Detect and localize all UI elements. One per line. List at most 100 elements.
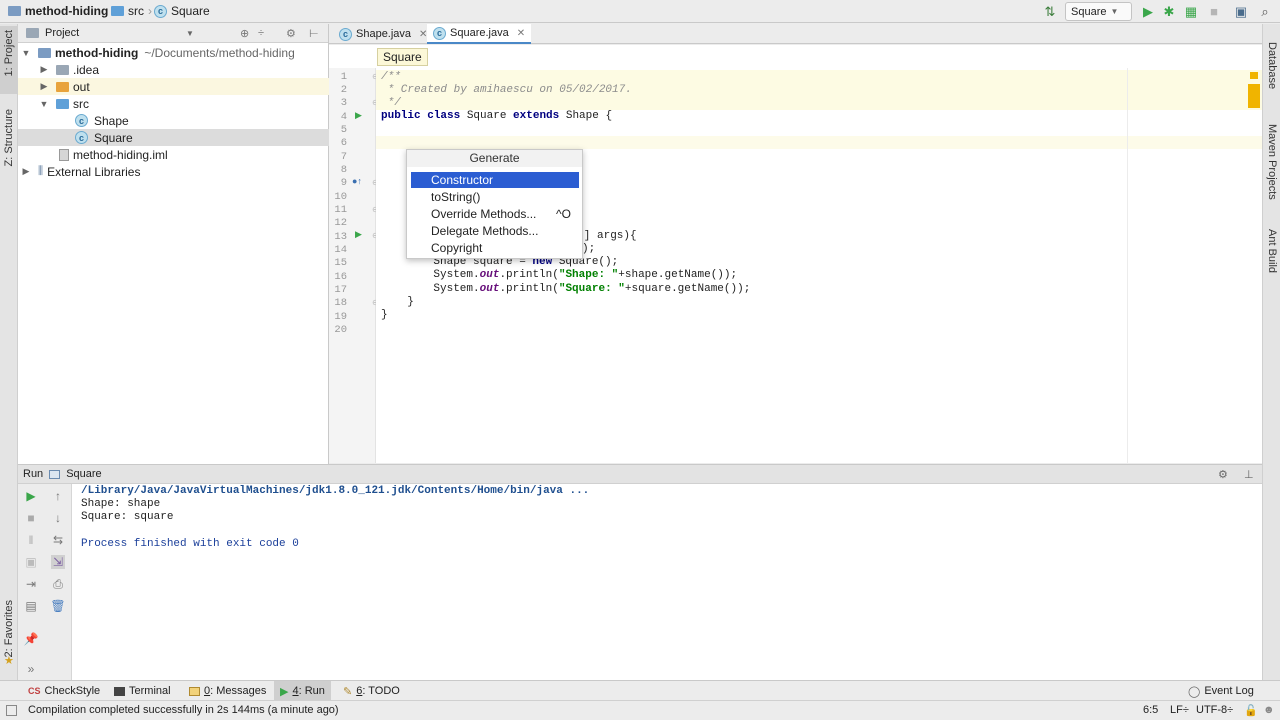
code-line-4: public class Square extends Shape { [381,110,612,123]
run-gutter-icon[interactable]: ▶ [355,110,362,121]
tab-messages[interactable]: 0: Messages [183,681,272,701]
line-number: 15 [334,257,347,269]
run-icon: ▶ [280,685,289,698]
tab-shape-java[interactable]: c Shape.java ✕ [333,24,433,44]
left-tool-stripe: 1: Project Z: Structure 2: Favorites ★ [0,24,18,680]
tree-item-iml[interactable]: method-hiding.iml [18,146,329,163]
close-icon[interactable]: ✕ [517,28,525,39]
tab-checkstyle[interactable]: CS CheckStyle [22,681,106,701]
structure-tool-tab[interactable]: Z: Structure [3,109,15,166]
error-stripe-marker[interactable] [1250,72,1258,79]
lock-icon[interactable]: 🔓 [1244,704,1258,717]
trash-icon[interactable]: 🗑 [50,599,65,613]
generate-tostring[interactable]: toString() [411,189,579,205]
generate-override-methods[interactable]: Override Methods... ^O [411,206,579,222]
line-separator[interactable]: LF÷ [1170,704,1189,716]
expand-arrow-icon[interactable]: ▼ [20,48,32,58]
run-config-tab[interactable]: Square [66,468,101,480]
run-config-select[interactable]: Square ▼ [1065,2,1132,21]
code-editor[interactable]: /** * Created by amihaescu on 05/02/2017… [376,68,1262,463]
search-icon[interactable]: ⌕ [1256,3,1274,20]
project-view-icon [26,28,39,38]
tree-root[interactable]: ▼ method-hiding ~/Documents/method-hidin… [18,44,329,61]
run-gutter-icon[interactable]: ▶ [355,229,362,240]
stop-icon[interactable]: ■ [24,511,38,525]
scroll-from-source-icon[interactable]: ⊕ [240,27,249,40]
collapse-all-icon[interactable]: ÷ [258,27,264,39]
tree-item-square[interactable]: c Square [18,129,329,146]
nav-file-label: Square [171,4,210,18]
tree-item-src[interactable]: ▼ src [18,95,329,112]
nav-crumb-src[interactable]: src › [111,4,152,18]
favorites-tool-tab[interactable]: 2: Favorites [3,600,15,657]
up-arrow-icon[interactable]: ↑ [51,489,65,503]
gear-icon[interactable]: ⚙ [1218,468,1228,481]
override-gutter-icon[interactable]: ●↑ [352,176,362,186]
maven-tool-tab[interactable]: Maven Projects [1266,124,1278,200]
layout-icon[interactable]: ▤ [24,599,38,613]
file-encoding[interactable]: UTF-8÷ [1196,704,1233,716]
generate-copyright[interactable]: Copyright [411,240,579,256]
soft-wrap-icon[interactable]: ⇆ [51,533,65,547]
project-tool-tab[interactable]: 1: Project [3,30,15,76]
tree-item-shape[interactable]: c Shape [18,112,329,129]
stop-button[interactable]: ■ [1205,3,1223,20]
status-message[interactable]: Compilation completed successfully in 2s… [28,704,339,716]
hide-panel-icon[interactable]: ⊢ [309,27,319,40]
tab-todo[interactable]: ✎ 6: TODO [337,681,406,701]
scroll-thumb[interactable] [1248,84,1260,108]
run-button[interactable]: ▶ [1139,3,1157,20]
exit-icon[interactable]: ⇥ [24,577,38,591]
editor-tab-bar: c Shape.java ✕ c Square.java ✕ [329,24,1262,44]
tab-label: Event Log [1204,685,1254,697]
build-sort-icon[interactable]: ⇅ [1041,3,1059,20]
code-line-17: System.out.println("Square: "+square.get… [407,283,750,296]
expand-arrow-icon[interactable]: ▼ [38,99,50,109]
generate-constructor[interactable]: Constructor [411,172,579,188]
database-tool-tab[interactable]: Database [1266,42,1278,89]
print-icon[interactable]: ⎙ [51,577,65,591]
more-icon[interactable]: » [24,662,38,676]
tree-item-label: method-hiding.iml [73,147,168,162]
camera-icon[interactable]: ▣ [24,555,38,569]
down-arrow-icon[interactable]: ↓ [51,511,65,525]
scroll-to-end-icon[interactable]: ⇲ [51,555,65,569]
gear-icon[interactable]: ⚙ [286,27,296,40]
tab-square-java[interactable]: c Square.java ✕ [427,24,532,44]
code-line-2: * Created by amihaescu on 05/02/2017. [381,84,632,96]
nav-crumb-file[interactable]: c Square [154,4,210,18]
caret-position[interactable]: 6:5 [1143,704,1158,716]
debug-button[interactable]: ✱ [1160,3,1178,20]
collapse-arrow-icon[interactable]: ▶ [38,64,50,75]
terminal-icon [114,686,125,696]
project-view-label[interactable]: Project [45,27,79,39]
tool-windows-icon[interactable] [6,705,17,716]
tab-terminal[interactable]: Terminal [108,681,177,701]
tree-item-out[interactable]: ▶ out [18,78,329,95]
chevron-down-icon[interactable]: ▼ [186,29,194,38]
pin-icon[interactable]: 📌 [24,632,39,646]
checkstyle-icon: CS [28,686,41,696]
ant-tool-tab[interactable]: Ant Build [1266,229,1278,273]
generate-delegate-methods[interactable]: Delegate Methods... [411,223,579,239]
editor-breadcrumb[interactable]: Square [377,48,428,66]
run-console[interactable]: /Library/Java/JavaVirtualMachines/jdk1.8… [72,484,1262,680]
line-number: 17 [334,284,347,296]
collapse-arrow-icon[interactable]: ▶ [38,81,50,92]
star-icon: ★ [4,655,14,667]
tab-run[interactable]: ▶ 4: Run [274,681,331,701]
pause-icon[interactable]: ‖ [24,533,38,547]
code-text: .println( [499,283,559,295]
coverage-button[interactable]: ▦ [1182,3,1200,20]
line-number: 2 [340,84,347,96]
tree-item-external-libraries[interactable]: ▶ ⫼ External Libraries [18,163,329,180]
nav-crumb-project[interactable]: method-hiding › [8,4,116,18]
inspector-icon[interactable]: ☻ [1263,704,1275,716]
tree-item-idea[interactable]: ▶ .idea [18,61,329,78]
collapse-arrow-icon[interactable]: ▶ [20,166,32,177]
hide-panel-icon[interactable]: ⊥ [1244,468,1254,481]
line-number: 5 [340,124,347,136]
tab-event-log[interactable]: ◯ Event Log [1182,681,1260,701]
rerun-icon[interactable]: ▶ [24,489,38,503]
project-structure-button[interactable]: ▣ [1232,3,1250,20]
